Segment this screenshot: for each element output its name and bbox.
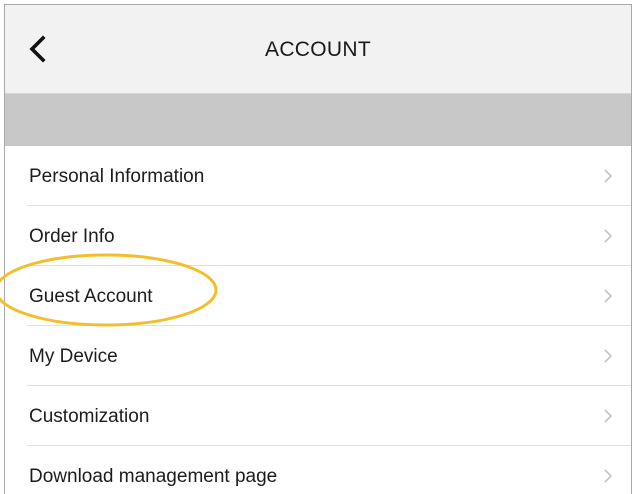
chevron-right-icon (604, 469, 613, 483)
chevron-right-icon (604, 229, 613, 243)
chevron-right-icon (604, 169, 613, 183)
chevron-right-icon (604, 289, 613, 303)
menu-item-my-device[interactable]: My Device (5, 326, 631, 386)
menu-item-label: Guest Account (29, 286, 153, 307)
chevron-right-icon (604, 349, 613, 363)
menu-item-label: Customization (29, 406, 150, 427)
menu-item-label: Download management page (29, 466, 278, 487)
top-bar: ACCOUNT (5, 5, 631, 94)
menu-item-label: My Device (29, 346, 118, 367)
menu-item-guest-account[interactable]: Guest Account (5, 266, 631, 326)
menu-item-download-management-page[interactable]: Download management page (5, 446, 631, 494)
page-title: ACCOUNT (265, 38, 371, 61)
menu-item-customization[interactable]: Customization (5, 386, 631, 446)
section-separator (5, 94, 631, 146)
chevron-right-icon (604, 409, 613, 423)
menu-item-label: Personal Information (29, 166, 205, 187)
app-window: ACCOUNT Personal Information Order Info … (4, 4, 632, 494)
menu-item-order-info[interactable]: Order Info (5, 206, 631, 266)
menu-item-label: Order Info (29, 226, 115, 247)
account-menu: Personal Information Order Info Guest Ac… (5, 146, 631, 494)
menu-item-personal-information[interactable]: Personal Information (5, 146, 631, 206)
